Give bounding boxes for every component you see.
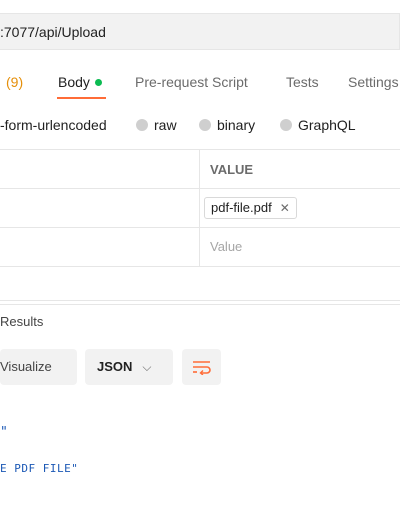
radio-binary[interactable] <box>199 119 211 131</box>
option-binary-label: binary <box>217 117 256 133</box>
option-graphql[interactable]: GraphQL <box>280 117 356 133</box>
tab-headers-count[interactable]: (9) <box>6 74 23 90</box>
wrap-lines-icon <box>193 361 211 375</box>
tab-body[interactable]: Body <box>58 74 102 90</box>
tab-settings[interactable]: Settings <box>348 74 399 90</box>
chevron-down-icon: ⌵ <box>142 360 152 374</box>
tab-prerequest-script[interactable]: Pre-request Script <box>135 74 248 90</box>
response-code-brace: " <box>0 425 8 440</box>
option-raw-label: raw <box>154 117 177 133</box>
option-urlencoded[interactable]: -form-urlencoded <box>0 117 107 133</box>
body-type-options: -form-urlencoded raw binary GraphQL <box>0 117 400 137</box>
column-divider <box>199 228 200 266</box>
radio-graphql[interactable] <box>280 119 292 131</box>
column-divider <box>199 189 200 227</box>
remove-file-icon[interactable]: ✕ <box>280 201 290 215</box>
file-name: pdf-file.pdf <box>211 200 272 215</box>
request-url[interactable]: :7077/api/Upload <box>0 24 106 40</box>
active-tab-underline <box>57 97 106 99</box>
format-select[interactable]: JSON ⌵ <box>85 349 173 385</box>
format-label: JSON <box>97 359 133 374</box>
tab-tests[interactable]: Tests <box>286 74 319 90</box>
file-chip[interactable]: pdf-file.pdf ✕ <box>204 197 297 219</box>
test-results-tab[interactable]: Results <box>0 314 43 329</box>
table-row: pdf-file.pdf ✕ <box>0 188 400 227</box>
url-bar[interactable]: :7077/api/Upload <box>0 13 400 50</box>
response-code-string: E PDF FILE" <box>0 462 79 475</box>
tab-body-label: Body <box>58 74 90 90</box>
option-raw[interactable]: raw <box>136 117 177 133</box>
table-header-row: VALUE <box>0 149 400 188</box>
form-data-table: VALUE pdf-file.pdf ✕ Value <box>0 149 400 305</box>
value-input[interactable]: Value <box>210 239 242 254</box>
wrap-lines-button[interactable] <box>182 349 221 385</box>
radio-raw[interactable] <box>136 119 148 131</box>
request-tabs: (9) Body Pre-request Script Tests Settin… <box>0 62 400 102</box>
column-divider <box>199 150 200 188</box>
response-divider[interactable] <box>0 300 400 301</box>
value-column-header: VALUE <box>210 162 254 177</box>
option-binary[interactable]: binary <box>199 117 255 133</box>
visualize-button[interactable]: Visualize <box>0 349 77 385</box>
body-active-dot <box>94 79 102 86</box>
option-graphql-label: GraphQL <box>298 117 356 133</box>
visualize-label: Visualize <box>0 359 52 374</box>
table-row: Value <box>0 227 400 266</box>
